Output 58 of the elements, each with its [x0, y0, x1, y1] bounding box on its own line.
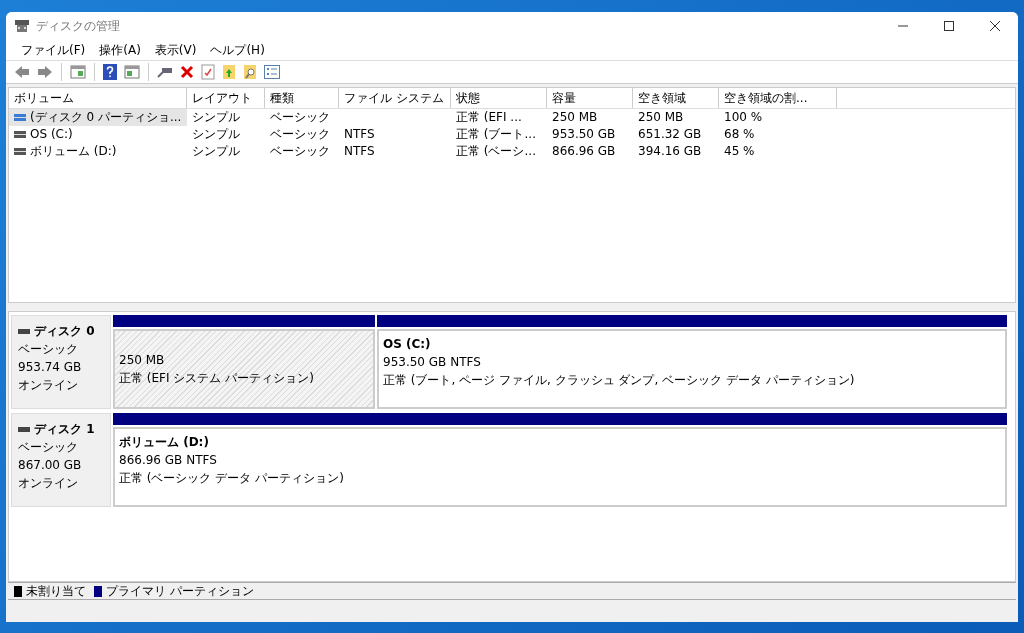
table-cell: 651.32 GB: [638, 127, 702, 141]
disk-detail: オンライン: [18, 377, 79, 394]
partition-status: 正常 (ベーシック データ パーティション): [119, 470, 345, 487]
table-cell: 250 MB: [552, 110, 598, 124]
table-cell: シンプル: [192, 144, 240, 158]
table-cell: ベーシック: [270, 127, 330, 141]
disk-name: ディスク 1: [34, 421, 95, 438]
partition-block[interactable]: 250 MB 正常 (EFI システム パーティション): [113, 329, 375, 409]
column-header[interactable]: 空き領域の割...: [719, 88, 837, 108]
legend-label: 未割り当て: [26, 583, 86, 600]
table-cell: 68 %: [724, 127, 755, 141]
table-cell: NTFS: [344, 144, 375, 158]
legend-label: プライマリ パーティション: [106, 583, 254, 600]
table-cell: 正常 (ベーシ...: [456, 144, 536, 158]
partition-status: 正常 (ブート, ページ ファイル, クラッシュ ダンプ, ベーシック データ パーティション): [383, 372, 856, 389]
disk-detail: 953.74 GB: [18, 359, 83, 376]
table-cell: シンプル: [192, 127, 240, 141]
table-cell: 866.96 GB: [552, 144, 616, 158]
partition-label: ボリューム (D:): [119, 434, 210, 451]
column-header[interactable]: レイアウト: [187, 88, 265, 108]
table-cell[interactable]: ボリューム (D:): [30, 143, 117, 160]
disk-detail: ベーシック: [18, 341, 79, 358]
partition-size: 866.96 GB NTFS: [119, 452, 218, 469]
partition-block[interactable]: OS (C:) 953.50 GB NTFS 正常 (ブート, ページ ファイル, クラッシュ ダンプ, ベーシック データ パーティション): [377, 329, 1007, 409]
menu-item[interactable]: 操作(A): [92, 41, 148, 59]
window-title: ディスクの管理: [36, 18, 120, 35]
table-cell: 45 %: [724, 144, 755, 158]
table-cell: シンプル: [192, 110, 240, 124]
partition-size: 250 MB: [119, 352, 166, 369]
column-header[interactable]: ファイル システム: [339, 88, 451, 108]
column-header[interactable]: 種類: [265, 88, 339, 108]
table-cell: 953.50 GB: [552, 127, 616, 141]
partition-block[interactable]: ボリューム (D:) 866.96 GB NTFS 正常 (ベーシック データ パーティション): [113, 427, 1007, 507]
table-cell: ベーシック: [270, 110, 330, 124]
disk-name: ディスク 0: [34, 323, 95, 340]
table-cell[interactable]: OS (C:): [30, 126, 73, 143]
partition-size: 953.50 GB NTFS: [383, 354, 482, 371]
partition-status: 正常 (EFI システム パーティション): [119, 370, 315, 387]
table-cell: 正常 (ブート...: [456, 127, 536, 141]
disk-detail: ベーシック: [18, 439, 79, 456]
table-cell: 394.16 GB: [638, 144, 702, 158]
menu-item[interactable]: ファイル(F): [14, 41, 93, 59]
column-header[interactable]: 空き領域: [633, 88, 719, 108]
table-cell: 250 MB: [638, 110, 684, 124]
disk-detail: オンライン: [18, 475, 79, 492]
column-header[interactable]: 容量: [547, 88, 633, 108]
disk-detail: 867.00 GB: [18, 457, 83, 474]
disk-info-panel[interactable]: ディスク 0 ベーシック 953.74 GB オンライン: [11, 315, 111, 409]
table-cell: NTFS: [344, 127, 375, 141]
table-cell: ベーシック: [270, 144, 330, 158]
column-header[interactable]: 状態: [451, 88, 547, 108]
partition-label: OS (C:): [383, 336, 432, 353]
menu-item[interactable]: 表示(V): [147, 41, 204, 59]
table-cell: 100 %: [724, 110, 763, 124]
disk-info-panel[interactable]: ディスク 1 ベーシック 867.00 GB オンライン: [11, 413, 111, 507]
column-header[interactable]: ボリューム: [9, 88, 187, 108]
menu-item[interactable]: ヘルプ(H): [203, 41, 272, 59]
table-cell: 正常 (EFI ...: [456, 110, 522, 124]
